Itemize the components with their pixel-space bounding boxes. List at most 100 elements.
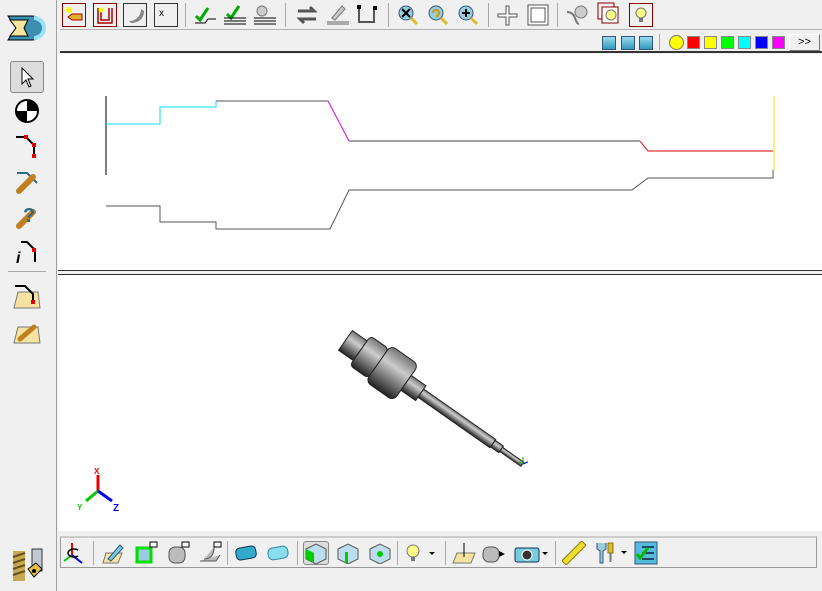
drill-button[interactable]	[62, 3, 86, 27]
chain-info-button[interactable]: ?	[10, 200, 44, 232]
chain-plane-icon	[13, 324, 41, 344]
axis-x-label: X	[94, 467, 100, 476]
window-zoom-button[interactable]	[526, 3, 550, 27]
separator	[555, 541, 556, 565]
contour-plane-button[interactable]	[10, 280, 44, 312]
profile-red-chamfer	[639, 140, 773, 152]
zoom-back-icon	[428, 5, 449, 26]
separator	[445, 541, 446, 565]
lighting-dropdown[interactable]	[403, 541, 437, 565]
main-toolbar: x	[60, 0, 822, 30]
chain-question-icon: ?	[16, 205, 36, 229]
more-colors-button[interactable]: >>	[789, 34, 820, 51]
pocket-button[interactable]	[93, 3, 117, 27]
separator	[397, 541, 398, 565]
color-swatch-green[interactable]	[721, 36, 734, 49]
chain-button[interactable]	[10, 165, 44, 197]
simulate-button[interactable]	[253, 3, 277, 27]
profile-lower-edge	[106, 170, 774, 230]
separator	[659, 34, 660, 50]
tools-dropdown[interactable]	[593, 541, 629, 565]
edit-stock-button[interactable]	[326, 3, 350, 27]
pencil-stock-icon	[327, 5, 349, 25]
plane-normal-icon	[452, 543, 476, 564]
sketch-button[interactable]	[101, 541, 127, 565]
zoom-fit-button[interactable]	[396, 3, 420, 27]
contour-info-button[interactable]: i	[10, 235, 44, 267]
origin-button[interactable]	[10, 95, 44, 127]
pan-arrows-icon	[497, 5, 518, 26]
view-left-button[interactable]	[303, 541, 329, 565]
checklist-button[interactable]	[633, 541, 659, 565]
left-sidebar: ? i	[0, 0, 57, 591]
zoom-previous-button[interactable]	[426, 3, 450, 27]
light-toggle-button[interactable]	[629, 3, 653, 27]
solid-3d-viewport[interactable]: X Y Z	[58, 275, 822, 531]
axis-z-label: Z	[113, 503, 119, 514]
rotate-view-button[interactable]	[481, 541, 507, 565]
check-step-icon	[194, 7, 216, 24]
view-toolbar	[60, 536, 817, 568]
check-multi-icon	[224, 5, 246, 25]
zoom-fit-icon	[398, 5, 419, 26]
green-part-icon	[135, 541, 158, 564]
delete-icon: x	[159, 8, 164, 19]
split-horizontal-view-icon[interactable]	[602, 36, 616, 50]
view-front-button[interactable]	[335, 541, 361, 565]
view-top-button[interactable]	[367, 541, 393, 565]
screenshot-dropdown[interactable]	[513, 541, 549, 565]
chain-plane-button[interactable]	[10, 315, 44, 347]
bulb-steps-icon	[254, 5, 276, 25]
chain-icon	[16, 172, 38, 194]
lathe-tool-icon	[12, 548, 43, 581]
separator	[93, 541, 94, 565]
surface-button[interactable]	[123, 3, 147, 27]
lamp-icon	[566, 5, 588, 25]
cylinder-feature-button[interactable]	[165, 541, 191, 565]
pan-button[interactable]	[496, 3, 520, 27]
separator	[285, 3, 286, 27]
single-view-icon[interactable]	[621, 36, 635, 50]
light-cylinder-icon	[267, 545, 289, 561]
lights-multiple-button[interactable]	[597, 2, 623, 27]
current-color-indicator[interactable]	[669, 35, 684, 50]
curved-surface-icon	[200, 541, 222, 562]
color-swatch-red[interactable]	[687, 36, 700, 49]
select-tool-button[interactable]	[10, 61, 44, 93]
checklist-icon	[634, 541, 658, 565]
lathe-tools-button[interactable]	[10, 545, 44, 585]
axis-triad-icon: X Y Z	[77, 467, 119, 514]
generate-button[interactable]	[193, 3, 217, 27]
bottom-view-icon[interactable]	[639, 36, 653, 50]
color-swatch-blue[interactable]	[755, 36, 768, 49]
swap-arrows-icon	[296, 5, 318, 25]
light-source-button[interactable]	[565, 3, 589, 27]
feature-green-button[interactable]	[133, 541, 159, 565]
app-logo-icon[interactable]	[6, 12, 46, 44]
profile-button[interactable]	[356, 3, 380, 27]
generate-all-button[interactable]	[223, 3, 247, 27]
profile-2d-viewport[interactable]	[58, 54, 822, 270]
color-swatch-magenta[interactable]	[772, 36, 785, 49]
zoom-in-button[interactable]	[456, 3, 480, 27]
axes-rotate-icon	[63, 543, 83, 564]
color-swatch-cyan[interactable]	[738, 36, 751, 49]
surface-feature-button[interactable]	[197, 541, 223, 565]
part-3d-model	[337, 329, 529, 468]
stock-view-button[interactable]	[233, 541, 259, 565]
separator	[185, 3, 186, 27]
box-left-face-icon	[305, 543, 327, 564]
delete-op-button[interactable]: x	[154, 3, 178, 27]
swap-button[interactable]	[295, 3, 319, 27]
pocket-icon	[97, 7, 113, 24]
contour-button[interactable]	[10, 130, 44, 162]
surface-icon	[129, 9, 144, 23]
stock-outline-button[interactable]	[265, 541, 291, 565]
blue-cylinder-icon	[235, 545, 257, 561]
profile-cyan-step	[106, 101, 217, 125]
color-swatch-yellow[interactable]	[704, 36, 717, 49]
rotate-axes-button[interactable]	[61, 541, 87, 565]
measure-button[interactable]	[561, 541, 587, 565]
plane-normal-button[interactable]	[451, 541, 477, 565]
contour-icon	[16, 135, 36, 158]
